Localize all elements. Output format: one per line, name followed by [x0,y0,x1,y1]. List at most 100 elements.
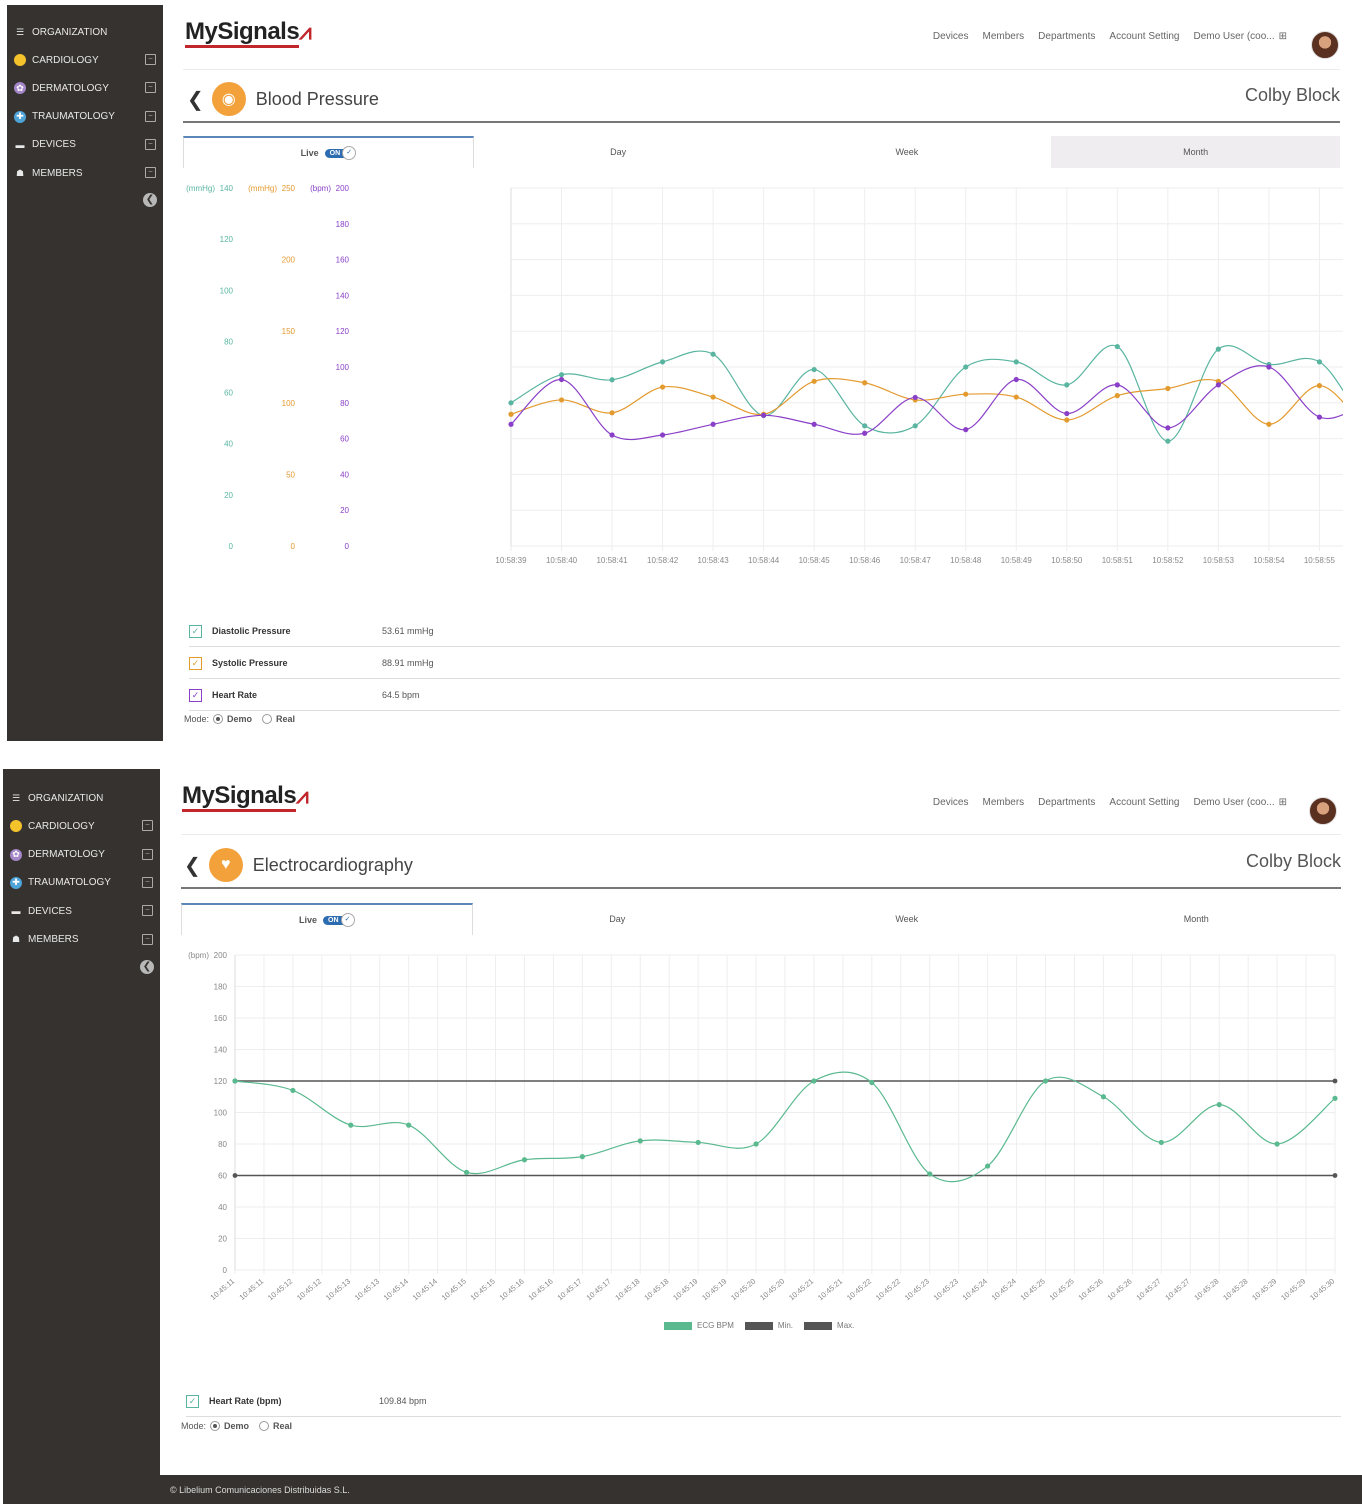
checkbox[interactable]: ✓ [186,1394,199,1408]
data-point[interactable] [579,1154,585,1160]
data-point[interactable] [912,423,918,429]
threshold-point[interactable] [1332,1173,1338,1178]
sidebar-item-traumatology[interactable]: ✚ TRAUMATOLOGY − [7,107,163,127]
data-point[interactable] [406,1122,412,1128]
data-point[interactable] [1165,438,1171,444]
sidebar-item-members[interactable]: ☗ MEMBERS − [3,930,160,950]
data-point[interactable] [1064,417,1070,423]
nav-link-2[interactable]: Departments [1038,31,1095,42]
sidebar-item-cardiology[interactable]: CARDIOLOGY − [3,816,160,836]
checkbox[interactable]: ✓ [189,624,202,638]
data-point[interactable] [862,423,868,429]
avatar[interactable] [1309,797,1337,825]
expand-icon[interactable]: − [145,82,156,94]
data-point[interactable] [558,376,565,383]
expand-icon[interactable]: − [142,933,153,945]
data-point[interactable] [508,400,514,406]
data-point[interactable] [963,391,969,397]
data-point[interactable] [1332,1095,1338,1101]
data-point[interactable] [290,1087,296,1094]
logo[interactable]: MySignals⩘ [185,18,312,48]
data-point[interactable] [1042,1078,1049,1084]
data-point[interactable] [232,1078,238,1084]
sidebar-item-devices[interactable]: ▬ DEVICES − [3,901,160,921]
sidebar-item-organization[interactable]: ☰ ORGANIZATION [7,22,163,42]
data-point[interactable] [811,366,817,373]
data-point[interactable] [869,1079,875,1086]
collapse-sidebar-icon[interactable]: ❮ [140,959,154,974]
data-point[interactable] [862,430,868,436]
data-point[interactable] [1064,382,1070,388]
data-point[interactable] [558,372,565,378]
expand-icon[interactable]: − [142,876,153,888]
collapse-sidebar-icon[interactable]: ❮ [143,193,157,208]
tab-week[interactable]: Week [762,903,1052,935]
nav-link-4[interactable]: Demo User (coo... [1193,797,1274,808]
radio-demo[interactable] [210,1421,221,1431]
tab-month[interactable]: Month [1051,136,1340,168]
live-toggle[interactable]: ON ✓ [324,146,357,160]
data-point[interactable] [912,394,918,401]
expand-icon[interactable]: − [145,138,156,150]
data-point[interactable] [1013,394,1019,400]
expand-icon[interactable]: − [142,848,153,860]
radio-real[interactable] [262,714,273,724]
data-point[interactable] [1100,1094,1107,1100]
data-point[interactable] [1114,382,1120,388]
tab-month[interactable]: Month [1052,903,1342,935]
data-point[interactable] [695,1139,701,1146]
user-menu-icon[interactable]: ⊞ [1279,797,1287,808]
expand-icon[interactable]: − [145,110,156,122]
expand-icon[interactable]: − [142,820,153,832]
data-point[interactable] [659,359,666,365]
expand-icon[interactable]: − [142,905,153,917]
data-point[interactable] [1316,414,1323,420]
legend-swatch[interactable] [744,1321,773,1330]
checkbox[interactable]: ✓ [189,688,202,702]
data-point[interactable] [1215,346,1221,352]
data-point[interactable] [710,351,716,357]
data-point[interactable] [1316,359,1323,365]
data-point[interactable] [811,1078,817,1084]
threshold-point[interactable] [1332,1078,1338,1084]
data-point[interactable] [963,364,969,370]
nav-link-3[interactable]: Account Setting [1109,797,1179,808]
data-point[interactable] [753,1141,759,1147]
data-point[interactable] [637,1138,643,1144]
data-point[interactable] [1165,385,1171,392]
sidebar-item-cardiology[interactable]: CARDIOLOGY − [7,50,163,70]
data-point[interactable] [927,1171,933,1177]
nav-link-1[interactable]: Members [982,797,1024,808]
data-point[interactable] [761,412,767,418]
sidebar-item-dermatology[interactable]: ✿ DERMATOLOGY − [3,845,160,865]
tab-live[interactable]: Live ON ✓ [183,136,474,168]
data-point[interactable] [348,1122,354,1128]
data-point[interactable] [963,427,969,433]
data-point[interactable] [1316,383,1323,389]
tab-week[interactable]: Week [763,136,1052,168]
data-point[interactable] [1215,382,1221,388]
data-point[interactable] [659,384,666,390]
radio-real[interactable] [259,1421,270,1431]
data-point[interactable] [609,377,615,383]
sidebar-item-organization[interactable]: ☰ ORGANIZATION [3,788,160,808]
data-point[interactable] [710,421,716,427]
data-point[interactable] [1165,425,1171,431]
data-point[interactable] [1216,1102,1222,1108]
data-point[interactable] [508,421,514,427]
sidebar-item-devices[interactable]: ▬ DEVICES − [7,135,163,155]
data-point[interactable] [659,432,666,438]
radio-demo[interactable] [213,714,224,724]
threshold-point[interactable] [232,1173,238,1178]
data-point[interactable] [1013,359,1019,365]
back-arrow-icon[interactable]: ❮ [187,87,204,112]
tab-day[interactable]: Day [474,136,763,168]
sidebar-item-dermatology[interactable]: ✿ DERMATOLOGY − [7,78,163,98]
nav-link-2[interactable]: Departments [1038,797,1095,808]
nav-link-4[interactable]: Demo User (coo... [1193,31,1274,42]
data-point[interactable] [710,394,716,400]
live-toggle[interactable]: ON ✓ [323,913,355,927]
back-arrow-icon[interactable]: ❮ [184,853,201,878]
data-point[interactable] [1274,1141,1280,1147]
sidebar-item-members[interactable]: ☗ MEMBERS − [7,163,163,183]
